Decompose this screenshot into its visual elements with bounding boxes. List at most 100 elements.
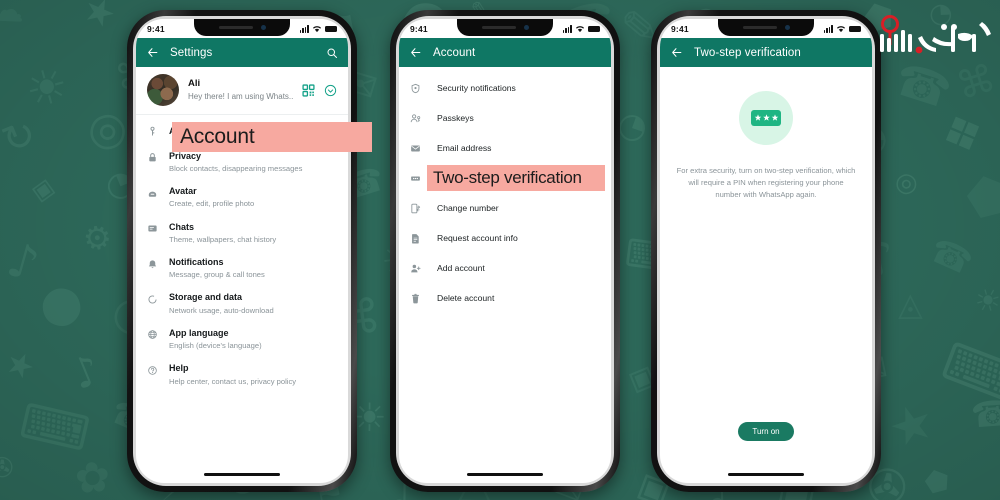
two-step-body: For extra security, turn on two-step ver… xyxy=(660,67,872,483)
status-circle-icon[interactable] xyxy=(324,84,337,97)
signal-icon xyxy=(823,25,833,33)
sidebar-item-notifications[interactable]: Notifications Message, group & call tone… xyxy=(136,251,348,286)
phone-settings: 9:41 Settings Ali Hey there! I am using … xyxy=(127,10,357,492)
item-subtitle: Message, group & call tones xyxy=(169,270,265,280)
highlight-two-step-label: Two-step verification xyxy=(433,168,582,187)
watermark-svg xyxy=(880,15,991,54)
settings-list: Account Privacy Block contacts, disappea… xyxy=(136,115,348,393)
profile-status: Hey there! I am using Whats... xyxy=(188,91,293,101)
status-icons xyxy=(299,25,337,33)
document-icon xyxy=(410,233,437,244)
page-title: Account xyxy=(433,46,476,59)
avatar-icon xyxy=(147,186,169,200)
change-number-icon xyxy=(410,203,437,214)
app-bar: Settings xyxy=(136,38,348,67)
person-add-icon xyxy=(410,263,437,274)
bell-icon xyxy=(147,257,169,271)
item-title: Passkeys xyxy=(437,113,474,123)
account-item-passkeys[interactable]: Passkeys xyxy=(399,103,611,133)
wifi-icon xyxy=(312,25,322,32)
status-bar: 9:41 xyxy=(660,19,872,38)
two-step-description: For extra security, turn on two-step ver… xyxy=(676,166,856,199)
item-subtitle: English (device's language) xyxy=(169,341,262,351)
battery-icon xyxy=(588,25,600,32)
front-camera xyxy=(523,25,529,30)
item-title: Security notifications xyxy=(437,83,516,93)
speaker-grill xyxy=(742,26,777,29)
wifi-icon xyxy=(575,25,585,32)
turn-on-button[interactable]: Turn on xyxy=(738,422,794,441)
account-item-security-notifications[interactable]: Security notifications xyxy=(399,73,611,103)
lock-icon xyxy=(147,151,169,165)
sidebar-item-avatar[interactable]: Avatar Create, edit, profile photo xyxy=(136,180,348,215)
item-title: Change number xyxy=(437,203,499,213)
item-subtitle: Theme, wallpapers, chat history xyxy=(169,234,277,244)
item-subtitle: Network usage, auto-download xyxy=(169,305,274,315)
item-title: Avatar xyxy=(169,186,197,197)
status-time: 9:41 xyxy=(671,23,689,34)
item-title: Help xyxy=(169,363,189,374)
sidebar-item-chats[interactable]: Chats Theme, wallpapers, chat history xyxy=(136,216,348,251)
back-arrow-icon[interactable] xyxy=(670,46,683,59)
watermark-logo xyxy=(868,2,994,64)
highlight-account-label: Account xyxy=(180,125,255,148)
pin-stars-icon xyxy=(739,91,793,145)
status-bar: 9:41 xyxy=(399,19,611,38)
item-subtitle: Block contacts, disappearing messages xyxy=(169,163,303,173)
phone-screen: 9:41 Two-step verification For extra sec… xyxy=(660,19,872,483)
key-icon xyxy=(147,126,169,137)
phone-two-step-verification: 9:41 Two-step verification For extra sec… xyxy=(651,10,881,492)
search-icon[interactable] xyxy=(326,47,338,59)
sidebar-item-storage-and-data[interactable]: Storage and data Network usage, auto-dow… xyxy=(136,286,348,321)
profile-row[interactable]: Ali Hey there! I am using Whats... xyxy=(136,67,348,115)
account-item-change-number[interactable]: Change number xyxy=(399,193,611,223)
storage-icon xyxy=(147,292,169,306)
back-arrow-icon[interactable] xyxy=(409,46,422,59)
envelope-icon xyxy=(410,143,437,154)
home-indicator[interactable] xyxy=(728,473,804,476)
avatar[interactable] xyxy=(147,74,179,106)
profile-name: Ali xyxy=(188,77,201,89)
account-scroll-area[interactable]: Security notifications Passkeys Email ad… xyxy=(399,67,611,483)
status-time: 9:41 xyxy=(410,23,428,34)
signal-icon xyxy=(299,25,309,33)
notch xyxy=(194,19,290,36)
home-indicator[interactable] xyxy=(204,473,280,476)
account-item-request-account-info[interactable]: Request account info xyxy=(399,223,611,253)
signal-icon xyxy=(562,25,572,33)
item-title: Chats xyxy=(169,221,195,232)
qr-code-icon[interactable] xyxy=(302,83,315,97)
back-arrow-icon[interactable] xyxy=(146,46,159,59)
item-title: Email address xyxy=(437,143,492,153)
page-title: Two-step verification xyxy=(694,46,801,59)
item-title: Privacy xyxy=(169,150,202,161)
phone-account: 9:41 Account Security notifications Pass… xyxy=(390,10,620,492)
sidebar-item-app-language[interactable]: App language English (device's language) xyxy=(136,322,348,357)
home-indicator[interactable] xyxy=(467,473,543,476)
highlight-two-step-verification: Two-step verification xyxy=(427,165,605,191)
account-item-email-address[interactable]: Email address xyxy=(399,133,611,163)
battery-icon xyxy=(325,25,337,32)
item-title: Storage and data xyxy=(169,292,243,303)
status-bar: 9:41 xyxy=(136,19,348,38)
item-title: Delete account xyxy=(437,293,495,303)
app-bar: Two-step verification xyxy=(660,38,872,67)
wifi-icon xyxy=(836,25,846,32)
sidebar-item-help[interactable]: Help Help center, contact us, privacy po… xyxy=(136,357,348,392)
three-stars-glyph xyxy=(754,114,778,121)
passkey-icon xyxy=(410,113,437,124)
account-item-add-account[interactable]: Add account xyxy=(399,253,611,283)
item-title: Add account xyxy=(437,263,485,273)
globe-icon xyxy=(147,328,169,342)
highlight-account: Account xyxy=(172,122,372,152)
help-icon xyxy=(147,363,169,377)
status-time: 9:41 xyxy=(147,23,165,34)
item-title: App language xyxy=(169,327,229,338)
status-icons xyxy=(562,25,600,33)
notch xyxy=(718,19,814,36)
phone-screen: 9:41 Account Security notifications Pass… xyxy=(399,19,611,483)
page-title: Settings xyxy=(170,46,213,59)
item-subtitle: Create, edit, profile photo xyxy=(169,199,255,209)
pin-field-glyph xyxy=(751,110,781,126)
account-item-delete-account[interactable]: Delete account xyxy=(399,283,611,313)
